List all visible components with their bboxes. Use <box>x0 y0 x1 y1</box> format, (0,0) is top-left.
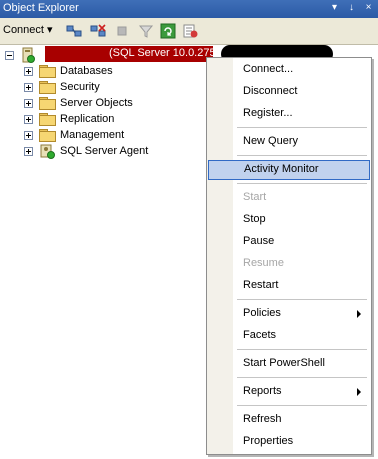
tree-node-management[interactable]: Management <box>24 127 124 143</box>
server-context-menu: Connect... Disconnect Register... New Qu… <box>206 57 372 455</box>
tree-node-label: SQL Server Agent <box>60 145 149 157</box>
tree-node-label: Server Objects <box>60 97 133 109</box>
expand-icon[interactable] <box>24 130 33 140</box>
menu-item-pause[interactable]: Pause <box>207 232 371 252</box>
menu-item-label: Activity Monitor <box>244 163 319 175</box>
menu-item-label: Refresh <box>243 413 282 425</box>
menu-item-label: Restart <box>243 279 279 291</box>
menu-item-label: Disconnect <box>243 85 298 97</box>
menu-item-connect[interactable]: Connect... <box>207 60 371 80</box>
menu-item-label: Pause <box>243 235 275 247</box>
menu-item-refresh[interactable]: Refresh <box>207 410 371 430</box>
menu-separator <box>237 155 367 156</box>
object-explorer-toolbar: Connect ▾ <box>0 18 378 45</box>
expand-icon[interactable] <box>24 66 33 76</box>
menu-separator <box>237 377 367 378</box>
sql-agent-icon <box>40 144 55 159</box>
menu-item-properties[interactable]: Properties <box>207 432 371 452</box>
menu-item-activity-monitor[interactable]: Activity Monitor <box>208 160 370 180</box>
menu-item-start: Start <box>207 188 371 208</box>
menu-item-new-query[interactable]: New Query <box>207 132 371 152</box>
close-icon[interactable]: × <box>363 2 374 14</box>
menu-item-label: Resume <box>243 257 284 269</box>
menu-item-label: Reports <box>243 385 282 397</box>
menu-separator <box>237 349 367 350</box>
object-explorer-details-icon[interactable] <box>182 23 198 39</box>
menu-separator <box>237 405 367 406</box>
menu-separator <box>237 127 367 128</box>
tree-node-label: Databases <box>60 65 113 77</box>
connect-dropdown-button[interactable]: Connect ▾ <box>3 23 53 36</box>
titlebar-buttons: ▾ ↓ × <box>329 2 374 14</box>
object-explorer-titlebar: Object Explorer ▾ ↓ × <box>0 0 378 18</box>
menu-item-label: New Query <box>243 135 299 147</box>
expand-icon[interactable] <box>24 114 33 124</box>
tree-node-sql-server-agent[interactable]: SQL Server Agent <box>24 143 148 159</box>
tree-node-security[interactable]: Security <box>24 79 100 95</box>
filter-icon[interactable] <box>138 23 154 39</box>
tree-node-label: Replication <box>60 113 115 125</box>
menu-separator <box>237 299 367 300</box>
folder-icon <box>39 81 56 94</box>
expand-icon[interactable] <box>24 82 33 92</box>
menu-item-facets[interactable]: Facets <box>207 326 371 346</box>
folder-icon <box>39 65 56 78</box>
folder-icon <box>39 113 56 126</box>
menu-item-label: Register... <box>243 107 293 119</box>
menu-item-start-powershell[interactable]: Start PowerShell <box>207 354 371 374</box>
menu-item-restart[interactable]: Restart <box>207 276 371 296</box>
tree-node-label: Management <box>60 129 125 141</box>
tree-node-label: Security <box>60 81 100 93</box>
window-title: Object Explorer <box>3 2 79 14</box>
menu-item-label: Facets <box>243 329 277 341</box>
menu-item-label: Stop <box>243 213 266 225</box>
menu-item-label: Policies <box>243 307 281 319</box>
folder-icon <box>39 129 56 142</box>
menu-item-label: Start <box>243 191 267 203</box>
menu-item-stop[interactable]: Stop <box>207 210 371 230</box>
dropdown-icon[interactable]: ▾ <box>329 2 340 14</box>
menu-item-label: Properties <box>243 435 294 447</box>
menu-item-label: Connect... <box>243 63 294 75</box>
submenu-arrow-icon <box>357 388 361 396</box>
menu-separator <box>237 183 367 184</box>
menu-item-reports[interactable]: Reports <box>207 382 371 402</box>
tree-node-databases[interactable]: Databases <box>24 63 113 79</box>
server-icon <box>22 47 35 63</box>
menu-item-disconnect[interactable]: Disconnect <box>207 82 371 102</box>
menu-item-register[interactable]: Register... <box>207 104 371 124</box>
refresh-icon[interactable] <box>160 23 176 39</box>
expand-icon[interactable] <box>24 146 33 156</box>
pin-icon[interactable]: ↓ <box>346 2 357 14</box>
menu-item-resume: Resume <box>207 254 371 274</box>
stop-icon[interactable] <box>114 23 130 39</box>
disconnect-icon[interactable] <box>90 23 106 39</box>
server-version-label: (SQL Server 10.0.2757 <box>109 47 222 59</box>
submenu-arrow-icon <box>357 310 361 318</box>
collapse-icon[interactable] <box>5 50 14 60</box>
menu-item-label: Start PowerShell <box>243 357 325 369</box>
tree-node-replication[interactable]: Replication <box>24 111 114 127</box>
tree-node-server-objects[interactable]: Server Objects <box>24 95 133 111</box>
connect-object-explorer-icon[interactable] <box>66 23 82 39</box>
expand-icon[interactable] <box>24 98 33 108</box>
menu-item-policies[interactable]: Policies <box>207 304 371 324</box>
folder-icon <box>39 97 56 110</box>
